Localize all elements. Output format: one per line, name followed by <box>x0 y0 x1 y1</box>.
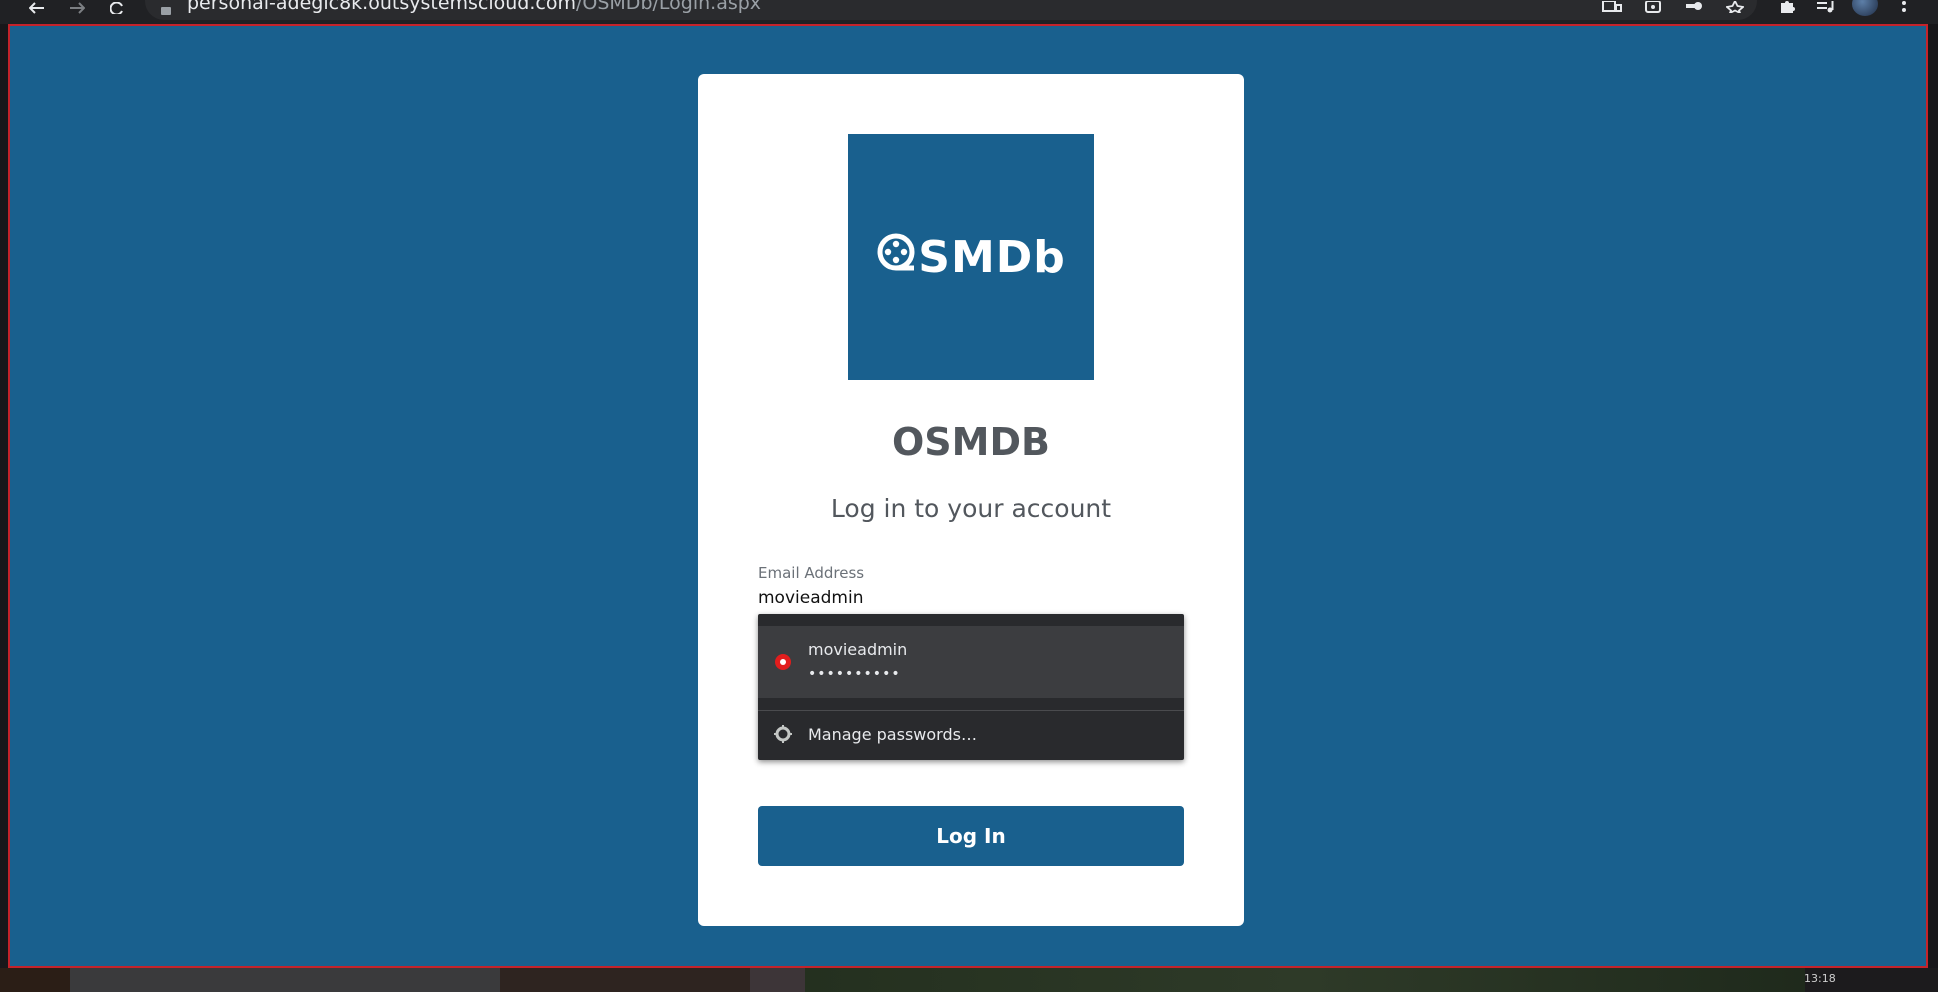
popup-divider <box>758 710 1184 711</box>
forward-arrow-icon[interactable] <box>66 0 88 16</box>
taskbar: 13:18 <box>0 968 1938 992</box>
osmdb-logo: SMDb <box>848 134 1094 380</box>
password-key-icon[interactable] <box>1683 0 1705 14</box>
email-field[interactable] <box>756 584 1186 612</box>
media-queue-icon[interactable] <box>1814 0 1836 14</box>
taskbar-thumbnail[interactable] <box>805 968 1805 992</box>
password-autofill-popup: movieadmin •••••••••• Manage passwords… <box>758 614 1184 760</box>
saved-username: movieadmin <box>808 640 908 659</box>
taskbar-thumbnail[interactable] <box>750 968 805 992</box>
browser-toolbar: personal-adegic8k.outsystemscloud.com/OS… <box>0 0 1938 24</box>
lock-icon[interactable] <box>160 0 172 15</box>
taskbar-thumbnail[interactable] <box>500 968 750 992</box>
logo-wordmark: SMDb <box>918 231 1066 283</box>
film-reel-icon <box>876 232 916 283</box>
install-app-icon[interactable] <box>1601 0 1623 14</box>
taskbar-thumbnail[interactable] <box>70 968 500 992</box>
taskbar-thumbnail[interactable] <box>0 968 70 992</box>
password-key-badge-icon <box>775 654 791 670</box>
clock-time: 13:18 <box>1804 972 1836 985</box>
url-text[interactable]: personal-adegic8k.outsystemscloud.com/OS… <box>187 0 761 14</box>
saved-password-mask: •••••••••• <box>808 666 901 682</box>
google-apps-icon[interactable] <box>1642 0 1664 14</box>
profile-avatar[interactable] <box>1852 0 1878 16</box>
page-viewport: SMDb OSMDB Log in to your account Email … <box>8 24 1928 968</box>
login-subtitle: Log in to your account <box>830 494 1112 523</box>
kebab-menu-icon[interactable] <box>1893 0 1915 14</box>
puzzle-extensions-icon[interactable] <box>1776 0 1798 14</box>
login-card: SMDb OSMDB Log in to your account Email … <box>698 74 1244 926</box>
saved-credential-item[interactable]: movieadmin •••••••••• <box>758 626 1184 698</box>
app-title: OSMDB <box>892 420 1050 464</box>
reload-icon[interactable] <box>106 0 128 16</box>
email-label: Email Address <box>758 564 865 582</box>
login-button[interactable]: Log In <box>758 806 1184 866</box>
back-arrow-icon[interactable] <box>26 0 48 16</box>
gear-icon <box>773 724 793 744</box>
bookmark-star-icon[interactable] <box>1724 0 1746 14</box>
manage-passwords-link[interactable]: Manage passwords… <box>808 725 977 744</box>
